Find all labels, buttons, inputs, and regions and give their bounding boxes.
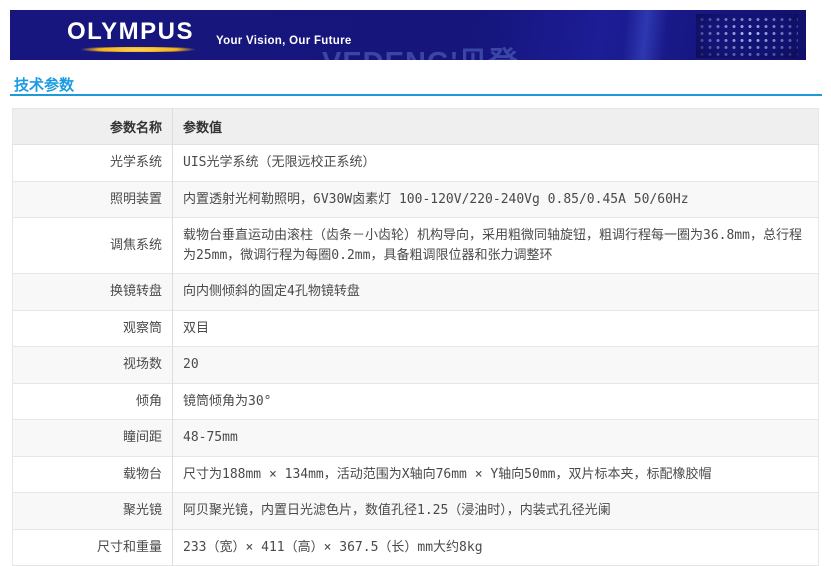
vedeng-watermark: VEDENG'贝登 xyxy=(322,39,518,60)
spec-row: 倾角 镜筒倾角为30° xyxy=(12,382,819,420)
param-name-cell: 调焦系统 xyxy=(12,217,173,274)
param-name-cell: 尺寸和重量 xyxy=(12,528,173,566)
param-value-cell: 镜筒倾角为30° xyxy=(172,382,819,420)
param-name-cell: 聚光镜 xyxy=(12,492,173,529)
olympus-banner: OLYMPUS Your Vision, Our Future VEDENG'贝… xyxy=(10,10,806,60)
spec-row: 换镜转盘 向内侧倾斜的固定4孔物镜转盘 xyxy=(12,273,819,310)
param-value-cell: 20 xyxy=(172,346,819,383)
spec-row: 尺寸和重量 233（宽）× 411（高）× 367.5（长）mm大约8kg xyxy=(12,528,819,566)
param-value-header: 参数值 xyxy=(172,108,819,145)
gold-swoosh-underline xyxy=(68,47,208,52)
spec-table-header-row: 参数名称 参数值 xyxy=(12,108,819,145)
spec-row: 照明装置 内置透射光柯勒照明，6V30W卤素灯 100-120V/220-240… xyxy=(12,180,819,218)
spec-row: 调焦系统 载物台垂直运动由滚柱（齿条－小齿轮）机构导向，采用粗微同轴旋钮，粗调行… xyxy=(12,217,819,274)
param-name-cell: 换镜转盘 xyxy=(12,273,173,310)
spec-row: 视场数 20 xyxy=(12,346,819,383)
spec-row: 载物台 尺寸为188mm × 134mm，活动范围为X轴向76mm × Y轴向5… xyxy=(12,455,819,493)
param-value-cell: 向内侧倾斜的固定4孔物镜转盘 xyxy=(172,273,819,310)
spec-row: 光学系统 UIS光学系统（无限远校正系统） xyxy=(12,144,819,181)
param-name-cell: 光学系统 xyxy=(12,144,173,181)
olympus-logo: OLYMPUS xyxy=(67,18,194,45)
param-name-cell: 载物台 xyxy=(12,455,173,493)
spec-row: 聚光镜 阿贝聚光镜，内置日光滤色片，数值孔径1.25（浸油时），内装式孔径光阑 xyxy=(12,492,819,529)
param-name-cell: 视场数 xyxy=(12,346,173,383)
param-name-cell: 照明装置 xyxy=(12,180,173,218)
param-value-cell: 双目 xyxy=(172,309,819,347)
param-name-cell: 瞳间距 xyxy=(12,419,173,456)
param-name-header: 参数名称 xyxy=(12,108,173,145)
light-streak-decoration xyxy=(620,10,670,60)
param-value-cell: 48-75mm xyxy=(172,419,819,456)
param-value-cell: 载物台垂直运动由滚柱（齿条－小齿轮）机构导向，采用粗微同轴旋钮，粗调行程每一圈为… xyxy=(172,217,819,274)
param-name-cell: 倾角 xyxy=(12,382,173,420)
param-value-cell: 尺寸为188mm × 134mm，活动范围为X轴向76mm × Y轴向50mm，… xyxy=(172,455,819,493)
param-value-cell: 233（宽）× 411（高）× 367.5（长）mm大约8kg xyxy=(172,528,819,566)
spec-row: 观察筒 双目 xyxy=(12,309,819,347)
spec-table: 参数名称 参数值 光学系统 UIS光学系统（无限远校正系统） 照明装置 内置透射… xyxy=(12,108,819,566)
dot-grid-pattern xyxy=(696,14,798,58)
param-name-cell: 观察筒 xyxy=(12,309,173,347)
param-value-cell: UIS光学系统（无限远校正系统） xyxy=(172,144,819,181)
spec-row: 瞳间距 48-75mm xyxy=(12,419,819,456)
param-value-cell: 内置透射光柯勒照明，6V30W卤素灯 100-120V/220-240Vg 0.… xyxy=(172,180,819,218)
section-title: 技术参数 xyxy=(14,77,75,94)
spec-table-body: 光学系统 UIS光学系统（无限远校正系统） 照明装置 内置透射光柯勒照明，6V3… xyxy=(12,144,819,566)
param-value-cell: 阿贝聚光镜，内置日光滤色片，数值孔径1.25（浸油时），内装式孔径光阑 xyxy=(172,492,819,529)
section-title-divider xyxy=(10,94,822,96)
